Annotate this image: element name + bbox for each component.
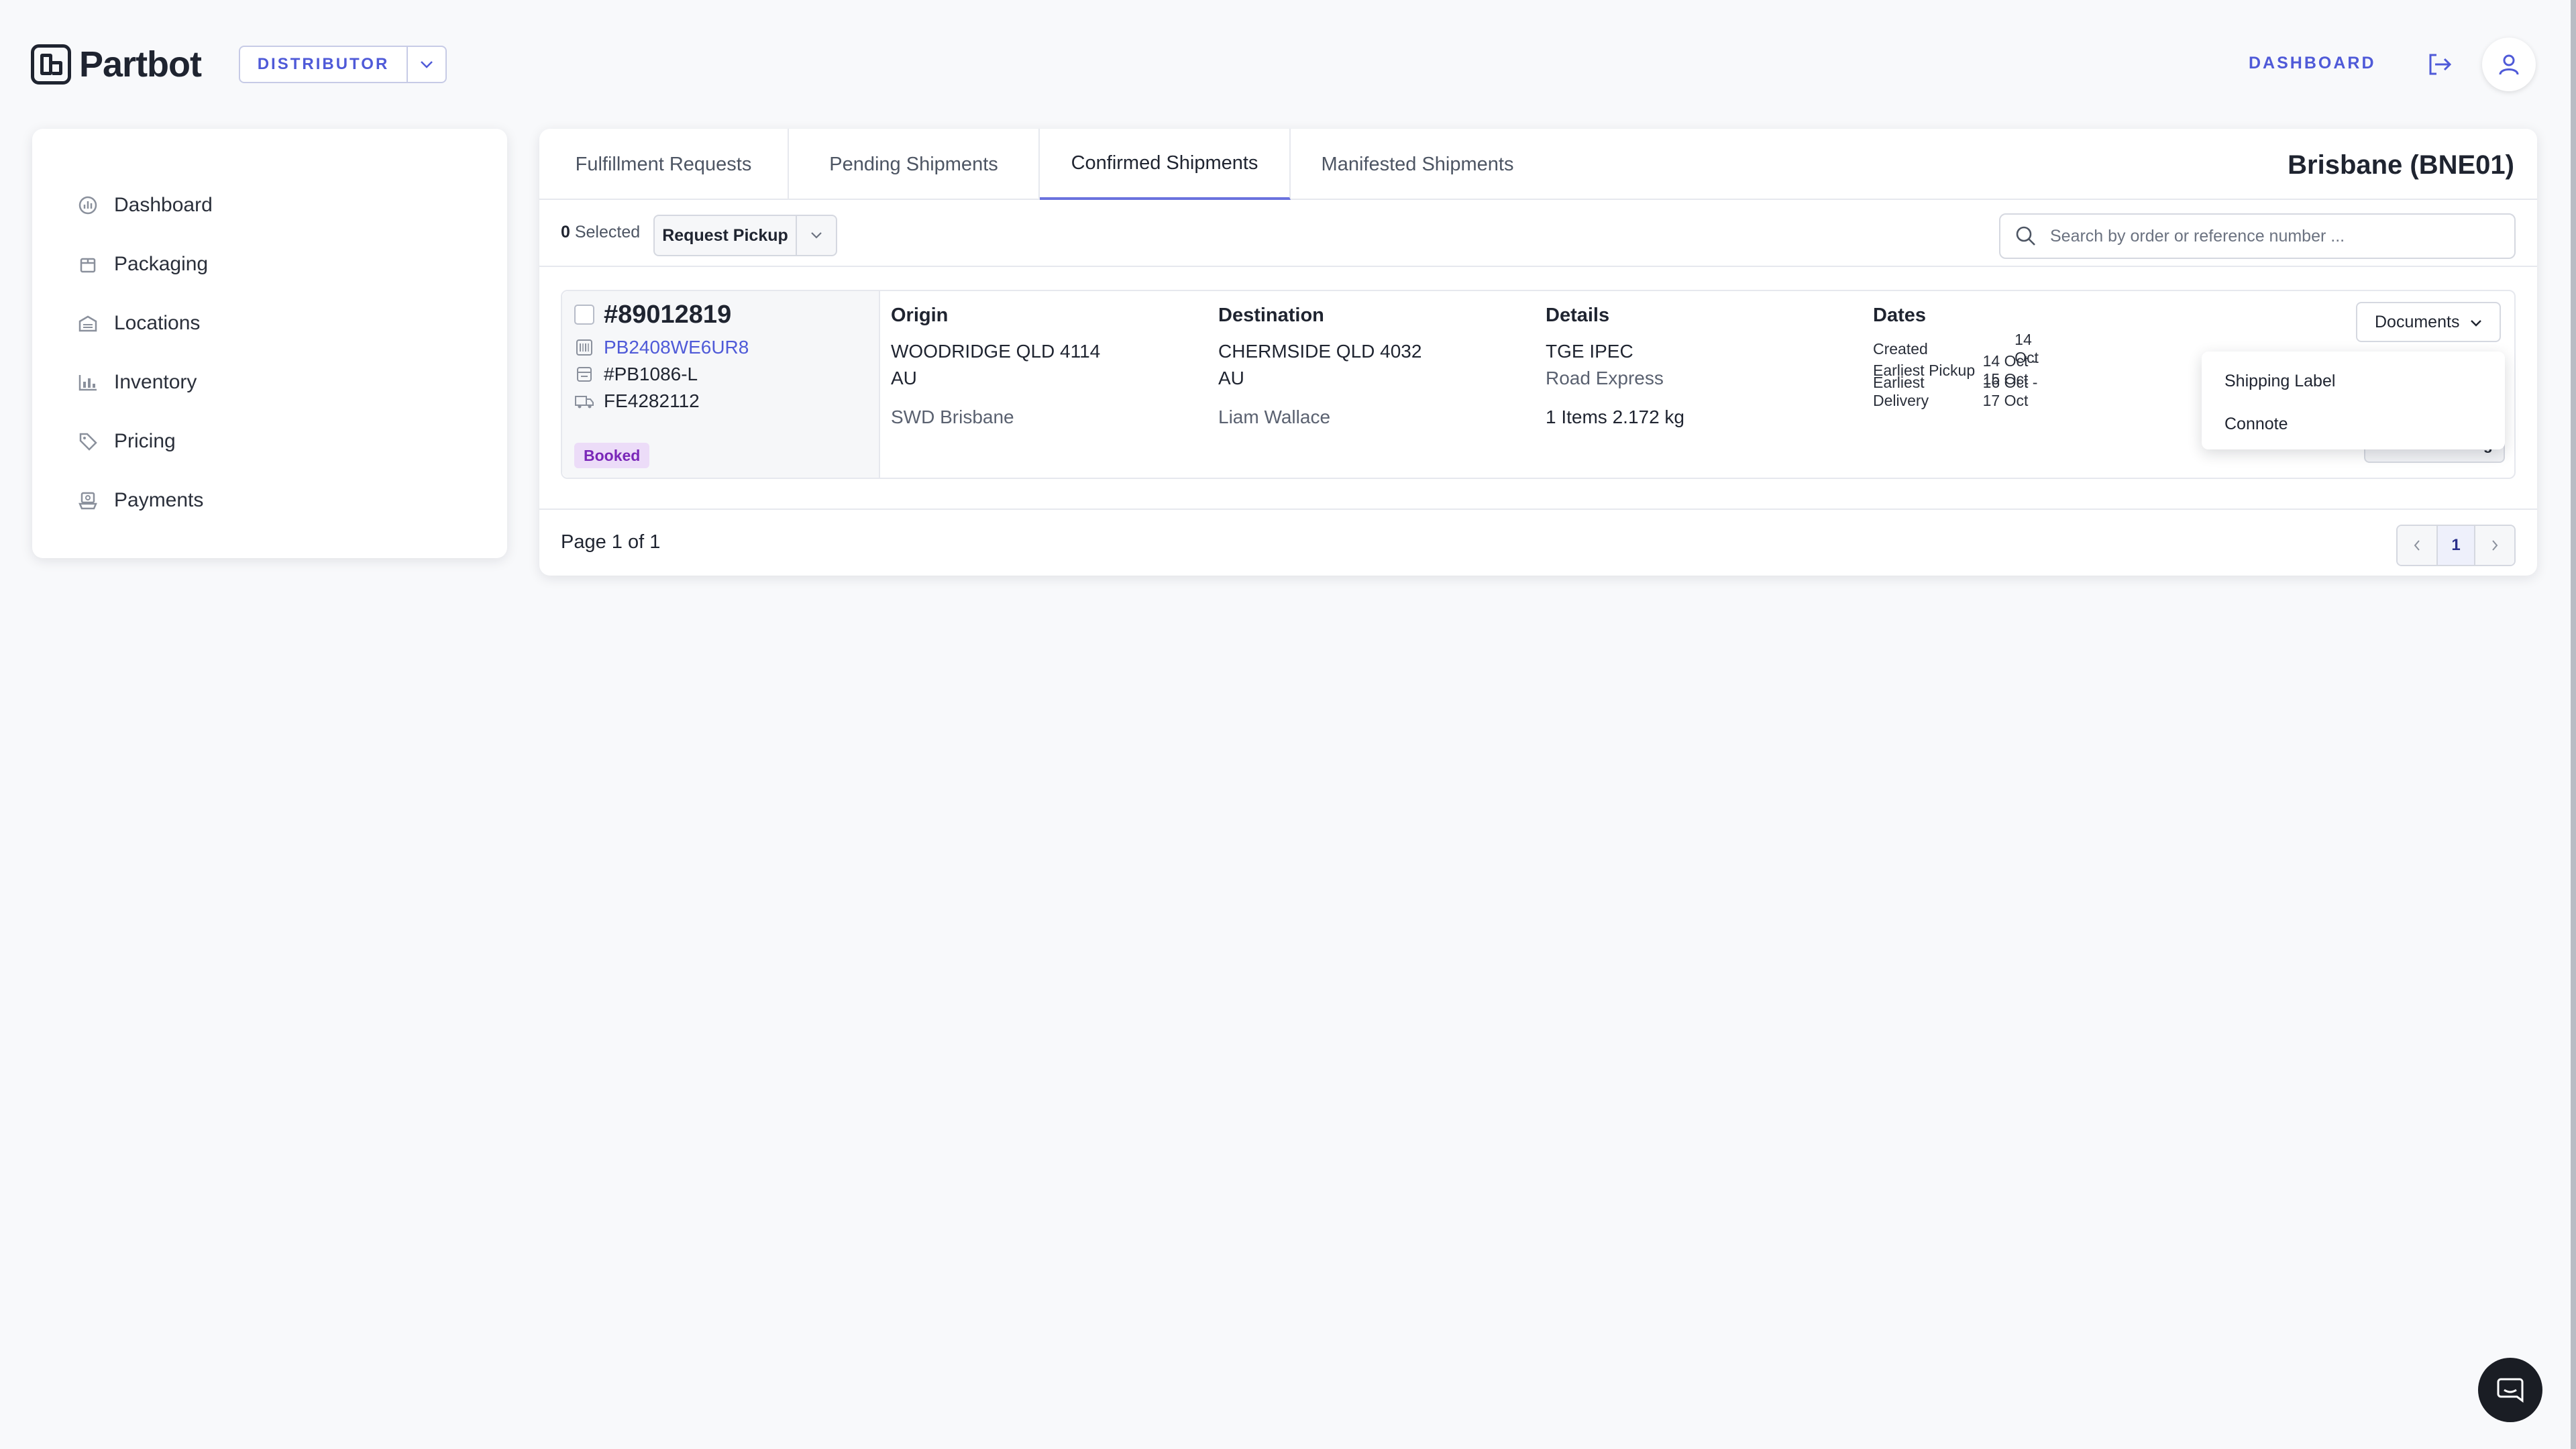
warehouse-icon xyxy=(76,312,99,335)
order-number: #89012819 xyxy=(604,301,732,329)
sidebar-item-inventory[interactable]: Inventory xyxy=(32,353,507,412)
shipment-toolbar: 0 Selected Request Pickup xyxy=(539,200,2537,267)
sidebar-item-label: Dashboard xyxy=(114,194,213,216)
chevron-right-icon xyxy=(2492,540,2498,551)
documents-button[interactable]: Documents xyxy=(2356,302,2502,342)
documents-label: Documents xyxy=(2375,312,2460,331)
barcode-icon xyxy=(574,337,594,358)
service-name: Road Express xyxy=(1546,368,1664,388)
dashboard-link[interactable]: DASHBOARD xyxy=(2249,54,2376,73)
page-scrollbar[interactable] xyxy=(2571,0,2576,1449)
sidebar-item-packaging[interactable]: Packaging xyxy=(32,235,507,294)
destination-address-line: CHERMSIDE QLD 4032 xyxy=(1218,341,1422,362)
sidebar-item-label: Inventory xyxy=(114,371,197,393)
pagination: Page 1 of 1 1 xyxy=(539,508,2537,576)
shipment-tabs: Fulfillment Requests Pending Shipments C… xyxy=(539,129,2537,200)
tab-manifested-shipments[interactable]: Manifested Shipments xyxy=(1291,129,1544,200)
logo-text: Partbot xyxy=(79,44,202,85)
sidebar-item-label: Packaging xyxy=(114,253,209,275)
selected-count-number: 0 xyxy=(561,223,570,241)
selected-count-label: Selected xyxy=(570,223,641,241)
sidebar-item-label: Payments xyxy=(114,489,204,511)
next-page-button[interactable] xyxy=(2475,526,2514,565)
partbot-logo-icon xyxy=(31,44,71,85)
search-icon xyxy=(2016,226,2035,246)
menu-item-connote[interactable]: Connote xyxy=(2202,402,2505,445)
tab-pending-shipments[interactable]: Pending Shipments xyxy=(789,129,1040,200)
role-selector[interactable]: DISTRIBUTOR xyxy=(239,46,447,83)
request-pickup-label: Request Pickup xyxy=(662,225,788,245)
destination-country: AU xyxy=(1218,368,1244,388)
sidebar-item-dashboard[interactable]: Dashboard xyxy=(32,176,507,235)
partbot-reference[interactable]: PB2408WE6UR8 xyxy=(574,337,749,358)
chat-launcher-button[interactable] xyxy=(2478,1358,2542,1422)
tab-fulfillment-requests[interactable]: Fulfillment Requests xyxy=(539,129,789,200)
dates-heading: Dates xyxy=(1873,305,1926,326)
reference-text: FE4282112 xyxy=(604,390,700,411)
user-icon xyxy=(2499,54,2519,75)
chevron-down-icon[interactable] xyxy=(796,216,836,255)
documents-dropdown-menu: Shipping Label Connote xyxy=(2202,352,2505,449)
reference-text: #PB1086-L xyxy=(604,364,698,384)
search-box[interactable] xyxy=(1999,213,2516,259)
pagination-controls: 1 xyxy=(2396,525,2516,566)
order-reference: #PB1086-L xyxy=(574,364,698,385)
destination-heading: Destination xyxy=(1218,305,1324,326)
tag-icon xyxy=(76,430,99,453)
partbot-logo[interactable]: Partbot xyxy=(31,43,202,86)
date-value: 16 Oct - 17 Oct xyxy=(1982,374,2038,409)
inventory-chart-icon xyxy=(76,371,99,394)
origin-name: SWD Brisbane xyxy=(891,407,1014,427)
payments-icon xyxy=(76,489,99,512)
carrier-name: TGE IPEC xyxy=(1546,341,1633,362)
sidebar-item-payments[interactable]: Payments xyxy=(32,471,507,530)
origin-country: AU xyxy=(891,368,917,388)
dashboard-icon xyxy=(76,194,99,217)
sidebar-item-pricing[interactable]: Pricing xyxy=(32,412,507,471)
origin-heading: Origin xyxy=(891,305,949,326)
role-selector-label: DISTRIBUTOR xyxy=(257,55,390,73)
shipment-summary: #89012819 PB2408WE6UR8 #PB1086-L FE42821… xyxy=(562,291,880,478)
status-badge: Booked xyxy=(574,443,650,468)
details-heading: Details xyxy=(1546,305,1610,326)
menu-item-shipping-label[interactable]: Shipping Label xyxy=(2202,360,2505,402)
chevron-down-icon xyxy=(2470,313,2482,332)
page-number-button[interactable]: 1 xyxy=(2436,526,2475,565)
items-weight: 1 Items 2.172 kg xyxy=(1546,407,1685,427)
reference-text: PB2408WE6UR8 xyxy=(604,337,749,358)
origin-address-line: WOODRIDGE QLD 4114 xyxy=(891,341,1101,362)
page-indicator: Page 1 of 1 xyxy=(561,531,661,553)
location-title: Brisbane (BNE01) xyxy=(2288,150,2514,180)
sidebar-item-label: Pricing xyxy=(114,430,176,452)
dates-table: Created 14 Oct Earliest Pickup 14 Oct - 15… xyxy=(1873,331,2055,409)
sidebar-item-locations[interactable]: Locations xyxy=(32,294,507,353)
package-icon xyxy=(76,253,99,276)
date-row-delivery: Earliest Delivery 16 Oct - 17 Oct xyxy=(1873,374,2055,409)
request-pickup-button[interactable]: Request Pickup xyxy=(653,215,837,256)
sidebar-item-label: Locations xyxy=(114,312,201,334)
storefront-icon xyxy=(574,364,594,384)
date-label: Earliest Delivery xyxy=(1873,374,1929,409)
destination-name: Liam Wallace xyxy=(1218,407,1331,427)
truck-icon xyxy=(574,391,594,411)
chat-icon xyxy=(2497,1378,2524,1403)
tab-confirmed-shipments[interactable]: Confirmed Shipments xyxy=(1040,129,1291,200)
logout-icon[interactable] xyxy=(2424,50,2454,79)
chevron-down-icon[interactable] xyxy=(407,47,445,82)
sidebar: Dashboard Packaging Locations Inventory … xyxy=(32,129,507,558)
user-avatar[interactable] xyxy=(2482,38,2536,91)
top-header: Partbot DISTRIBUTOR DASHBOARD xyxy=(0,0,2576,127)
chevron-left-icon xyxy=(2414,540,2420,551)
search-input[interactable] xyxy=(2050,226,2486,246)
tracking-reference: FE4282112 xyxy=(574,390,700,412)
prev-page-button[interactable] xyxy=(2398,526,2436,565)
shipment-select-checkbox[interactable] xyxy=(574,305,594,325)
selected-count: 0 Selected xyxy=(561,223,640,242)
